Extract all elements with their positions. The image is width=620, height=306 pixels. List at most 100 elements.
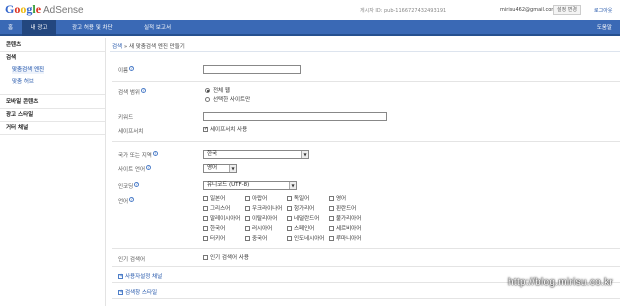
language-checkbox[interactable]: 말레이시아어 bbox=[203, 216, 240, 223]
language-checkbox-label: 터키어 bbox=[210, 236, 226, 242]
language-checkbox-label: 세르비아어 bbox=[336, 226, 362, 232]
language-checkbox[interactable]: 일본어 bbox=[203, 196, 225, 203]
publisher-id: 게시자 ID: pub-1166727432493191 bbox=[360, 8, 447, 14]
language-checkbox[interactable]: 인도네시아어 bbox=[287, 236, 324, 243]
divider bbox=[112, 266, 620, 267]
sidebar-item-channels[interactable]: 거터 채널 bbox=[6, 124, 28, 132]
language-checkbox[interactable]: 스페인어 bbox=[287, 226, 314, 233]
chevron-down-icon[interactable]: ▼ bbox=[301, 151, 308, 158]
safesearch-label: 세이프서치 bbox=[118, 129, 144, 135]
tab-allow-block-ads[interactable]: 광고 허용 및 차단 bbox=[66, 20, 119, 36]
custom-channel-expander[interactable]: + 사용자설정 채널 bbox=[118, 272, 162, 280]
help-icon[interactable]: ? bbox=[129, 66, 135, 71]
name-input[interactable] bbox=[203, 65, 301, 74]
divider bbox=[112, 141, 620, 142]
breadcrumb-search-link[interactable]: 검색 bbox=[112, 44, 122, 50]
sidebar-item-search-engine[interactable]: 맞춤검색 엔진 bbox=[12, 66, 45, 74]
plus-icon[interactable]: + bbox=[118, 274, 123, 279]
breadcrumb: 검색 » 새 맞춤검색 엔진 만들기 bbox=[112, 42, 185, 50]
language-checkbox[interactable]: 영어 bbox=[329, 196, 346, 203]
language-checkbox[interactable]: 우크라이나어 bbox=[245, 206, 282, 213]
checkbox-icon[interactable] bbox=[203, 216, 208, 221]
checkbox-icon[interactable] bbox=[329, 226, 334, 231]
language-checkbox[interactable]: 네덜란드어 bbox=[287, 216, 319, 223]
language-checkbox[interactable]: 헝가리어 bbox=[287, 206, 314, 213]
scope-option-web[interactable]: 전체 웹 bbox=[205, 88, 230, 95]
checkbox-icon[interactable] bbox=[245, 236, 250, 241]
help-icon[interactable]: ? bbox=[134, 182, 140, 187]
country-label: 국가 또는 지역? bbox=[118, 151, 158, 159]
tab-my-ads[interactable]: 내 광고 bbox=[22, 20, 56, 36]
checkbox-icon[interactable] bbox=[329, 206, 334, 211]
scope-label-text: 검색 범위 bbox=[118, 90, 140, 96]
language-checkbox[interactable]: 세르비아어 bbox=[329, 226, 361, 233]
scope-option-label: 선택한 사이트만 bbox=[213, 97, 251, 103]
sidebar-item-content[interactable]: 콘텐츠 bbox=[6, 41, 21, 49]
radio-icon[interactable] bbox=[205, 97, 210, 102]
encoding-select[interactable]: 유니코드 (UTF-8) ▼ bbox=[203, 181, 297, 190]
tab-performance-reports[interactable]: 실적 보고서 bbox=[138, 20, 177, 36]
divider bbox=[110, 51, 620, 52]
language-checkbox-label: 루마니아어 bbox=[336, 236, 362, 242]
language-checkbox[interactable]: 한국어 bbox=[203, 226, 225, 233]
checkbox-icon[interactable] bbox=[245, 216, 250, 221]
tab-home[interactable]: 홈 bbox=[2, 20, 19, 36]
language-label: 언어? bbox=[118, 197, 135, 205]
country-select[interactable]: 한국 ▼ bbox=[203, 150, 309, 159]
language-checkbox-label: 그리스어 bbox=[210, 206, 231, 212]
language-checkbox[interactable]: 이탈리아어 bbox=[245, 216, 277, 223]
language-checkbox[interactable]: 러시아어 bbox=[245, 226, 272, 233]
checkbox-icon[interactable] bbox=[245, 226, 250, 231]
checkbox-icon[interactable] bbox=[329, 196, 334, 201]
help-icon[interactable]: ? bbox=[152, 151, 158, 156]
popular-checkbox-row[interactable]: 인기 검색어 사용 bbox=[203, 255, 249, 262]
help-link[interactable]: 도움말 bbox=[597, 20, 612, 36]
help-icon[interactable]: ? bbox=[129, 197, 135, 202]
safesearch-checkbox-row[interactable]: 세이프서치 사용 bbox=[203, 126, 247, 134]
site-language-select[interactable]: 영어 ▼ bbox=[203, 164, 237, 173]
checkbox-icon[interactable] bbox=[245, 196, 250, 201]
adsense-logo[interactable]: Google AdSense bbox=[5, 3, 84, 17]
chevron-down-icon[interactable]: ▼ bbox=[229, 165, 236, 172]
checkbox-icon[interactable] bbox=[203, 236, 208, 241]
checkbox-icon[interactable] bbox=[329, 216, 334, 221]
plus-icon[interactable]: + bbox=[118, 290, 123, 295]
scope-option-sites[interactable]: 선택한 사이트만 bbox=[205, 97, 250, 104]
checkbox-icon[interactable] bbox=[203, 206, 208, 211]
language-checkbox[interactable]: 중국어 bbox=[245, 236, 267, 243]
checkbox-icon[interactable] bbox=[287, 206, 292, 211]
sidebar-item-search[interactable]: 검색 bbox=[6, 54, 16, 62]
language-checkbox[interactable]: 불가리아어 bbox=[329, 216, 361, 223]
checkbox-icon[interactable] bbox=[287, 196, 292, 201]
language-checkbox[interactable]: 핀란드어 bbox=[329, 206, 356, 213]
sidebar-item-ad-style[interactable]: 광고 스타일 bbox=[6, 111, 33, 119]
checkbox-icon[interactable] bbox=[329, 236, 334, 241]
language-checkbox[interactable]: 그리스어 bbox=[203, 206, 230, 213]
checkbox-checked-icon[interactable] bbox=[203, 126, 208, 133]
keyword-input[interactable] bbox=[203, 112, 387, 121]
language-checkbox[interactable]: 루마니아어 bbox=[329, 236, 361, 243]
radio-selected-icon[interactable] bbox=[205, 88, 210, 93]
main-nav: 홈 내 광고 광고 허용 및 차단 실적 보고서 도움말 bbox=[0, 20, 620, 36]
checkbox-icon[interactable] bbox=[245, 206, 250, 211]
checkbox-icon[interactable] bbox=[203, 196, 208, 201]
sidebar-item-search-hub[interactable]: 맞춤 허브 bbox=[12, 78, 34, 86]
help-icon[interactable]: ? bbox=[146, 165, 152, 170]
language-checkbox-label: 네덜란드어 bbox=[294, 216, 320, 222]
checkbox-icon[interactable] bbox=[287, 226, 292, 231]
help-icon[interactable]: ? bbox=[141, 88, 146, 93]
checkbox-icon[interactable] bbox=[203, 226, 208, 231]
checkbox-icon[interactable] bbox=[287, 216, 292, 221]
logout-link[interactable]: 로그아웃 bbox=[594, 7, 612, 14]
language-checkbox[interactable]: 독일어 bbox=[287, 196, 309, 203]
language-checkbox[interactable]: 터키어 bbox=[203, 236, 225, 243]
sidebar-item-mobile[interactable]: 모바일 콘텐츠 bbox=[6, 98, 38, 106]
language-checkbox[interactable]: 아랍어 bbox=[245, 196, 267, 203]
checkbox-icon[interactable] bbox=[287, 236, 292, 241]
settings-button[interactable]: 설정 변경 bbox=[553, 5, 581, 15]
search-box-style-expander[interactable]: + 검색창 스타일 bbox=[118, 288, 157, 296]
chevron-down-icon[interactable]: ▼ bbox=[289, 182, 296, 189]
checkbox-icon[interactable] bbox=[203, 255, 208, 260]
sidebar: 콘텐츠 검색 맞춤검색 엔진 맞춤 허브 모바일 콘텐츠 광고 스타일 거터 채… bbox=[0, 38, 106, 306]
language-checkbox-label: 헝가리어 bbox=[294, 206, 315, 212]
